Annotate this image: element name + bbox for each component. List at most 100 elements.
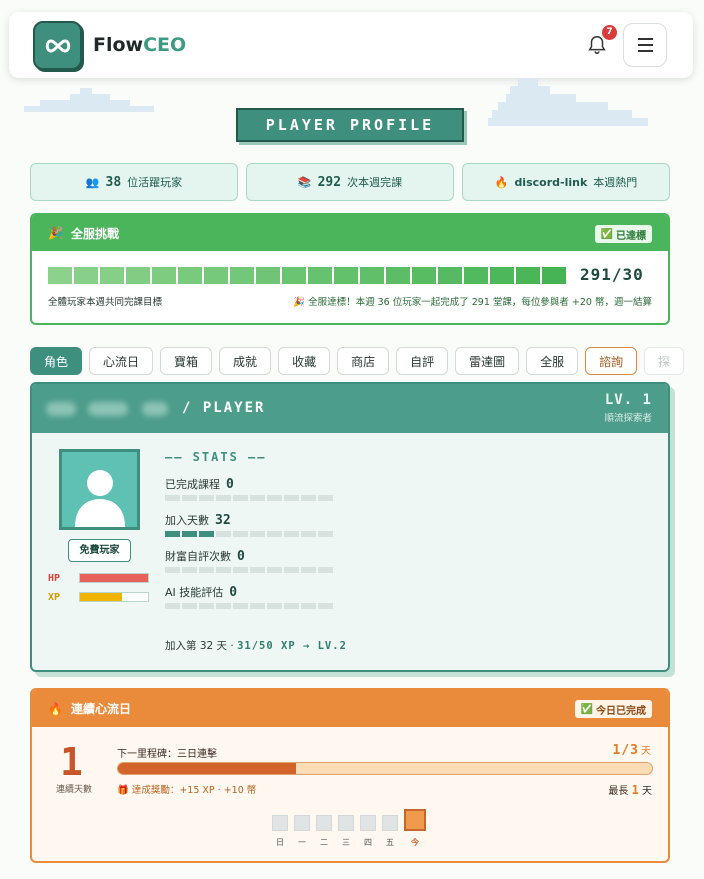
stat-meter-tick: [199, 567, 214, 573]
pixel-cloud-left: [24, 88, 154, 112]
stat-meter-tick: [284, 495, 299, 501]
progress-segment: [516, 267, 540, 284]
streak-count-caption: 連續天數: [56, 785, 93, 795]
progress-segment: [256, 267, 280, 284]
pixel-cloud-right: [488, 78, 648, 126]
stat-meter-tick: [318, 531, 333, 537]
progress-segment: [74, 267, 98, 284]
stat-value: 32: [215, 513, 231, 528]
progress-segment: [230, 267, 254, 284]
stat-row: 財富自評次數 0: [165, 548, 245, 564]
longest-value: 1: [631, 783, 639, 797]
active-players-pill[interactable]: 👥 38 位活躍玩家: [30, 163, 238, 201]
tab-8[interactable]: 全服: [526, 347, 579, 375]
tab-4[interactable]: 收藏: [278, 347, 331, 375]
stat-meter-tick: [199, 531, 214, 537]
day-cell: 二: [316, 815, 332, 848]
stat-meter: [165, 495, 333, 501]
milestone-reward: 🎁 達成獎勵：+15 XP · +10 幣: [117, 785, 257, 796]
challenge-label: 全體玩家本週共同完課目標: [48, 297, 163, 308]
top-bar: FlowCEO 7: [9, 12, 693, 78]
progress-segment: [490, 267, 514, 284]
milestone-progress: 1/3 天: [613, 742, 652, 758]
player-name-suffix: / PLAYER: [182, 400, 266, 416]
stat-meter-tick: [233, 531, 248, 537]
user-avatar-icon: [74, 470, 125, 527]
weekly-completions-pill[interactable]: 📚 292 次本週完課: [246, 163, 454, 201]
day-label: 今: [411, 838, 419, 847]
stat-meter-tick: [284, 603, 299, 609]
stat-label: 財富自評次數: [165, 550, 231, 563]
stat-meter-tick: [301, 567, 316, 573]
tab-10[interactable]: 探: [644, 347, 685, 375]
weekly-hot-pill[interactable]: 🔥 discord-link 本週熱門: [462, 163, 670, 201]
logo[interactable]: [33, 21, 82, 70]
player-card: / PLAYER LV. 1 順流探索者 免費玩家 HP XP —— STATS…: [30, 382, 670, 672]
progress-segment: [152, 267, 176, 284]
stat-meter-tick: [267, 567, 282, 573]
brand-name[interactable]: FlowCEO: [93, 34, 186, 56]
avatar[interactable]: [59, 449, 140, 530]
pill-label: 本週熱門: [593, 176, 638, 189]
tab-5[interactable]: 商店: [337, 347, 390, 375]
stat-meter-tick: [216, 567, 231, 573]
progress-segment: [204, 267, 228, 284]
stat-meter-tick: [199, 495, 214, 501]
tab-0[interactable]: 角色: [30, 347, 83, 375]
tab-6[interactable]: 自評: [396, 347, 449, 375]
tab-3[interactable]: 成就: [219, 347, 272, 375]
xp-label: XP: [48, 592, 61, 603]
check-icon: ✅: [600, 228, 613, 240]
today-done-badge: ✅ 今日已完成: [574, 700, 652, 718]
stat-meter-tick: [250, 567, 265, 573]
stat-meter-tick: [216, 531, 231, 537]
tab-9[interactable]: 諮詢: [585, 347, 638, 375]
progress-segment: [438, 267, 462, 284]
tab-1[interactable]: 心流日: [89, 347, 154, 375]
server-challenge-card: 🎉 全服挑戰 ✅ 已達標 291/30 全體玩家本週共同完課目標 🎉 全服達標！本…: [30, 213, 670, 325]
challenge-header: 🎉 全服挑戰 ✅ 已達標: [32, 215, 668, 251]
stat-meter-tick: [284, 567, 299, 573]
pill-value: 292: [317, 174, 342, 190]
party-icon: 🎉: [48, 226, 63, 240]
milestone-unit: 天: [641, 746, 652, 757]
player-card-header: / PLAYER LV. 1 順流探索者: [32, 384, 668, 433]
streak-header: 🔥 連續心流日 ✅ 今日已完成: [32, 690, 668, 727]
challenge-title: 全服挑戰: [70, 226, 119, 241]
stat-meter: [165, 567, 333, 573]
challenge-progress-bar: [48, 267, 566, 284]
day-cell: 五: [382, 815, 398, 848]
hamburger-menu-button[interactable]: [623, 23, 667, 67]
today-done-label: 今日已完成: [596, 705, 646, 717]
day-cell: 日: [272, 815, 288, 848]
pill-value: discord-link: [514, 175, 588, 189]
longest-prefix: 最長: [608, 786, 629, 797]
hp-bar-fill: [80, 574, 148, 582]
notification-badge: 7: [602, 25, 617, 40]
tab-7[interactable]: 雷達圖: [455, 347, 520, 375]
blurred-name: [88, 402, 128, 416]
stat-meter-tick: [216, 603, 231, 609]
day-cell: 四: [360, 815, 376, 848]
player-rank: 順流探索者: [604, 413, 652, 424]
join-days-text: 加入第 32 天 ·: [165, 640, 234, 652]
brand-part-2: CEO: [143, 34, 187, 56]
day-label: 二: [320, 838, 328, 847]
day-label: 日: [276, 838, 284, 847]
day-label: 五: [386, 838, 394, 847]
day-square: [404, 809, 426, 831]
day-label: 四: [364, 838, 372, 847]
progress-segment: [360, 267, 384, 284]
stat-meter-tick: [216, 495, 231, 501]
stat-meter-tick: [233, 567, 248, 573]
users-icon: 👥: [85, 175, 100, 189]
day-cell: 三: [338, 815, 354, 848]
stat-meter: [165, 603, 333, 609]
tab-2[interactable]: 寶箱: [160, 347, 213, 375]
stat-meter-tick: [250, 495, 265, 501]
stat-label: 加入天數: [165, 514, 209, 527]
day-square: [272, 815, 288, 831]
page-title: PLAYER PROFILE: [236, 108, 464, 142]
stat-meter-tick: [182, 603, 197, 609]
day-square: [316, 815, 332, 831]
